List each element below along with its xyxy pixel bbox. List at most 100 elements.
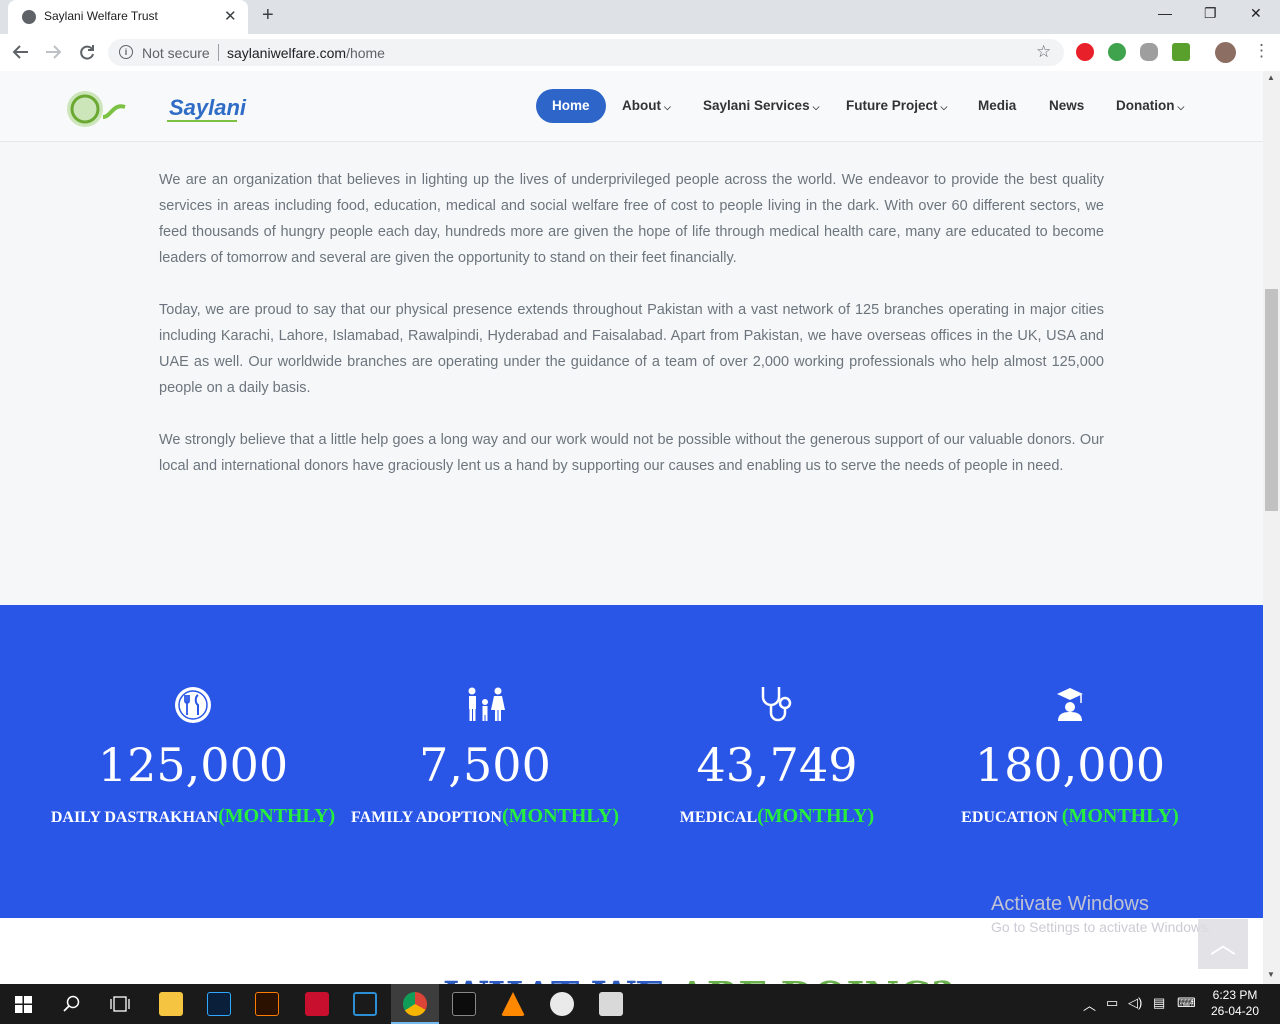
logo-wordmark: Saylani xyxy=(169,95,247,120)
stat-period: (MONTHLY) xyxy=(218,805,336,827)
stat-number: 7,500 xyxy=(419,738,551,792)
stat-label-text: DAILY DASTRAKHAN xyxy=(50,809,219,826)
notification-icon[interactable]: ▤ xyxy=(1153,995,1165,1011)
stat-daily-dastrakhan: 125,000 DAILY DASTRAKHAN(MONTHLY) xyxy=(33,685,353,828)
bookmark-star-icon[interactable]: ☆ xyxy=(1036,42,1051,62)
profile-avatar[interactable] xyxy=(1215,42,1236,63)
info-icon[interactable]: i xyxy=(119,45,133,59)
illustrator-icon[interactable] xyxy=(255,992,279,1016)
autocad-icon[interactable] xyxy=(305,992,329,1016)
back-icon[interactable] xyxy=(12,44,30,60)
tab-title: Saylani Welfare Trust xyxy=(44,9,158,23)
itunes-icon[interactable] xyxy=(550,992,574,1016)
dining-icon xyxy=(175,687,211,723)
security-label[interactable]: Not secure xyxy=(142,45,210,61)
clock-time: 6:23 PM xyxy=(1212,988,1258,1002)
stat-label: DAILY DASTRAKHAN(MONTHLY) xyxy=(33,805,353,828)
stat-education: 180,000 EDUCATION (MONTHLY) xyxy=(910,685,1230,828)
windows-start-icon[interactable] xyxy=(15,996,32,1013)
scroll-thumb[interactable] xyxy=(1265,289,1278,511)
chevron-down-icon: ⌵ xyxy=(1177,102,1185,112)
about-paragraph: We strongly believe that a little help g… xyxy=(159,432,1104,474)
url-host: saylaniwelfare.com xyxy=(227,45,347,61)
activate-windows-subtitle: Go to Settings to activate Windows. xyxy=(991,919,1212,935)
nav-media[interactable]: Media xyxy=(978,89,1016,123)
nav-media-label: Media xyxy=(978,98,1017,113)
clock-date: 26-04-20 xyxy=(1210,1004,1260,1018)
volume-icon[interactable]: ◁) xyxy=(1128,995,1142,1011)
file-explorer-icon[interactable] xyxy=(159,992,183,1016)
browser-menu-icon[interactable]: ⋮ xyxy=(1253,41,1270,61)
page-scrollbar[interactable]: ▲ ▼ xyxy=(1263,71,1280,984)
minimize-button[interactable]: — xyxy=(1158,5,1172,21)
stat-label: MEDICAL(MONTHLY) xyxy=(617,805,937,828)
vlc-icon[interactable] xyxy=(501,992,525,1016)
keyboard-icon[interactable]: ⌨ xyxy=(1177,995,1196,1011)
stat-period: (MONTHLY) xyxy=(501,805,620,827)
stat-number: 43,749 xyxy=(696,738,858,792)
html-extension-icon[interactable] xyxy=(1172,43,1190,61)
restore-button[interactable]: ❐ xyxy=(1204,5,1217,22)
about-paragraph: We are an organization that believes in … xyxy=(159,172,1104,266)
stat-label-text: FAMILY ADOPTION xyxy=(350,809,502,826)
chrome-icon[interactable] xyxy=(403,992,427,1016)
nav-future-label: Future Project xyxy=(846,98,938,113)
url-text[interactable]: saylaniwelfare.com/home xyxy=(227,45,385,61)
window-close-button[interactable]: ✕ xyxy=(1250,5,1262,22)
nav-donation-label: Donation xyxy=(1116,98,1175,113)
bug-extension-icon[interactable] xyxy=(1140,43,1158,61)
nav-home[interactable]: Home xyxy=(536,89,606,123)
stat-label-text: MEDICAL xyxy=(679,809,758,826)
photoshop-icon[interactable] xyxy=(207,992,231,1016)
browser-toolbar: i Not secure saylaniwelfare.com/home ☆ ⋮ xyxy=(0,34,1280,72)
stat-label: FAMILY ADOPTION(MONTHLY) xyxy=(325,805,645,828)
stat-medical: 43,749 MEDICAL(MONTHLY) xyxy=(617,685,937,828)
globe-icon xyxy=(22,10,36,24)
stat-label: EDUCATION (MONTHLY) xyxy=(910,805,1230,828)
opera-extension-icon[interactable] xyxy=(1076,43,1094,61)
terminal-icon[interactable] xyxy=(452,992,476,1016)
chevron-down-icon: ⌵ xyxy=(940,102,948,112)
browser-tab[interactable]: Saylani Welfare Trust ✕ xyxy=(8,0,248,34)
about-content: We are an organization that believes in … xyxy=(159,167,1104,505)
windows-taskbar: ︿ ▭ ◁) ▤ ⌨ 6:23 PM 26-04-20 xyxy=(0,984,1280,1024)
calculator-icon[interactable] xyxy=(599,992,623,1016)
scroll-down-icon[interactable]: ▼ xyxy=(1267,970,1275,979)
stat-period: (MONTHLY) xyxy=(757,805,875,827)
browser-tab-strip: Saylani Welfare Trust ✕ + — ❐ ✕ xyxy=(0,0,1280,34)
nav-services-label: Saylani Services xyxy=(703,98,810,113)
task-view-icon[interactable] xyxy=(110,996,130,1013)
activate-windows-title: Activate Windows xyxy=(991,893,1149,915)
nav-saylani-services[interactable]: Saylani Services ⌵ xyxy=(703,89,819,123)
stat-label-text: EDUCATION xyxy=(961,809,1062,826)
network-icon[interactable]: ▭ xyxy=(1106,995,1118,1011)
vscode-icon[interactable] xyxy=(353,992,377,1016)
graduation-icon xyxy=(1057,688,1083,721)
family-icon xyxy=(468,687,505,721)
tab-close-icon[interactable]: ✕ xyxy=(224,7,237,25)
nav-news[interactable]: News xyxy=(1049,89,1084,123)
new-tab-button[interactable]: + xyxy=(262,4,274,27)
nav-future-project[interactable]: Future Project ⌵ xyxy=(846,89,947,123)
saylani-logo[interactable]: Saylani xyxy=(65,85,247,133)
stethoscope-icon xyxy=(761,687,792,722)
url-path: /home xyxy=(346,45,385,61)
nav-about[interactable]: About ⌵ xyxy=(622,89,671,123)
search-icon[interactable] xyxy=(63,995,81,1013)
scroll-up-icon[interactable]: ▲ xyxy=(1267,73,1275,82)
scroll-to-top-button[interactable]: ︿ xyxy=(1198,919,1248,969)
forward-icon[interactable] xyxy=(44,44,62,60)
globe-extension-icon[interactable] xyxy=(1108,43,1126,61)
nav-about-label: About xyxy=(622,98,661,113)
tray-chevron-up-icon[interactable]: ︿ xyxy=(1083,995,1096,1014)
about-paragraph: Today, we are proud to say that our phys… xyxy=(159,302,1104,396)
nav-donation[interactable]: Donation ⌵ xyxy=(1116,89,1184,123)
omnibox-divider xyxy=(218,44,219,61)
stat-number: 125,000 xyxy=(97,738,289,792)
system-clock[interactable]: 6:23 PM 26-04-20 xyxy=(1205,987,1265,1019)
address-bar[interactable]: i Not secure saylaniwelfare.com/home ☆ xyxy=(108,39,1064,66)
nav-home-label: Home xyxy=(552,98,590,113)
reload-icon[interactable] xyxy=(78,43,96,61)
chevron-down-icon: ⌵ xyxy=(663,102,671,112)
nav-news-label: News xyxy=(1049,98,1085,113)
